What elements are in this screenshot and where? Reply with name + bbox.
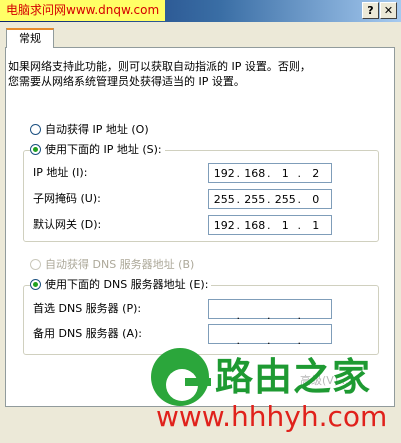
watermark-logo: 路由之家 www.hhhyh.com [151, 340, 401, 443]
octet: 255 [213, 192, 235, 206]
ip-address-input[interactable]: 192 168 1 2 [208, 163, 332, 183]
watermark-banner: 电脑求问网www.dnqw.com [0, 0, 166, 21]
intro-text: 如果网络支持此功能，则可以获取自动指派的 IP 设置。否则， 您需要从网络系统管… [8, 60, 311, 88]
octet: 1 [267, 167, 301, 180]
octet: 1 [298, 219, 332, 232]
preferred-dns-input[interactable] [208, 299, 332, 322]
radio-auto-dns[interactable]: 自动获得 DNS 服务器地址 (B) [30, 257, 194, 273]
tab-general[interactable]: 常规 [6, 28, 54, 48]
radio-auto-dns-label: 自动获得 DNS 服务器地址 (B) [45, 258, 195, 271]
help-button[interactable]: ? [362, 2, 379, 19]
radio-manual-ip[interactable]: 使用下面的 IP 地址 (S): [30, 142, 165, 158]
octet: 255 [237, 193, 271, 206]
default-gateway-input[interactable]: 192 168 1 1 [208, 215, 332, 235]
octet: 168 [237, 219, 271, 232]
close-button[interactable]: ✕ [380, 2, 397, 19]
radio-manual-dns-label: 使用下面的 DNS 服务器地址 (E): [45, 278, 209, 291]
radio-auto-ip-label: 自动获得 IP 地址 (O) [45, 123, 149, 136]
octet: 192 [213, 166, 235, 180]
default-gateway-label: 默认网关 (D): [33, 218, 102, 231]
logo-url: www.hhhyh.com [156, 400, 388, 433]
octet: 0 [298, 193, 332, 206]
ip-address-label: IP 地址 (I): [33, 166, 88, 179]
radio-manual-ip-label: 使用下面的 IP 地址 (S): [45, 143, 162, 156]
octet: 168 [237, 167, 271, 180]
octet: 255 [267, 193, 301, 206]
radio-auto-dns-button[interactable] [30, 259, 41, 270]
subnet-mask-input[interactable]: 255 255 255 0 [208, 189, 332, 209]
radio-auto-ip[interactable]: 自动获得 IP 地址 (O) [30, 122, 149, 138]
subnet-mask-label: 子网掩码 (U): [33, 192, 101, 205]
alternate-dns-label: 备用 DNS 服务器 (A): [33, 327, 142, 340]
radio-manual-dns[interactable]: 使用下面的 DNS 服务器地址 (E): [30, 277, 212, 293]
preferred-dns-label: 首选 DNS 服务器 (P): [33, 302, 142, 315]
logo-e-icon [151, 348, 211, 406]
radio-manual-ip-button[interactable] [30, 144, 41, 155]
octet: 192 [213, 218, 235, 232]
radio-manual-dns-button[interactable] [30, 279, 41, 290]
octet: 2 [298, 167, 332, 180]
radio-auto-ip-button[interactable] [30, 124, 41, 135]
octet: 1 [267, 219, 301, 232]
logo-name: 路由之家 [215, 355, 372, 399]
